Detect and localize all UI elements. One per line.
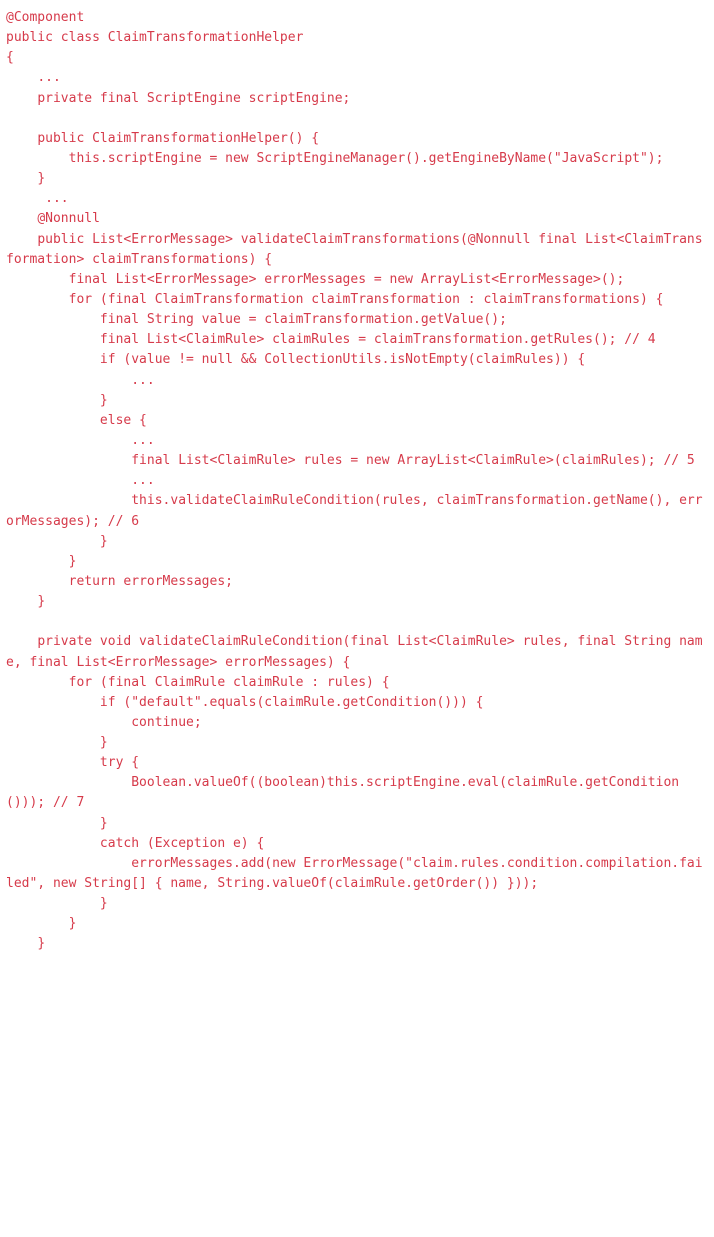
code-block: @Component public class ClaimTransformat… (0, 0, 714, 963)
